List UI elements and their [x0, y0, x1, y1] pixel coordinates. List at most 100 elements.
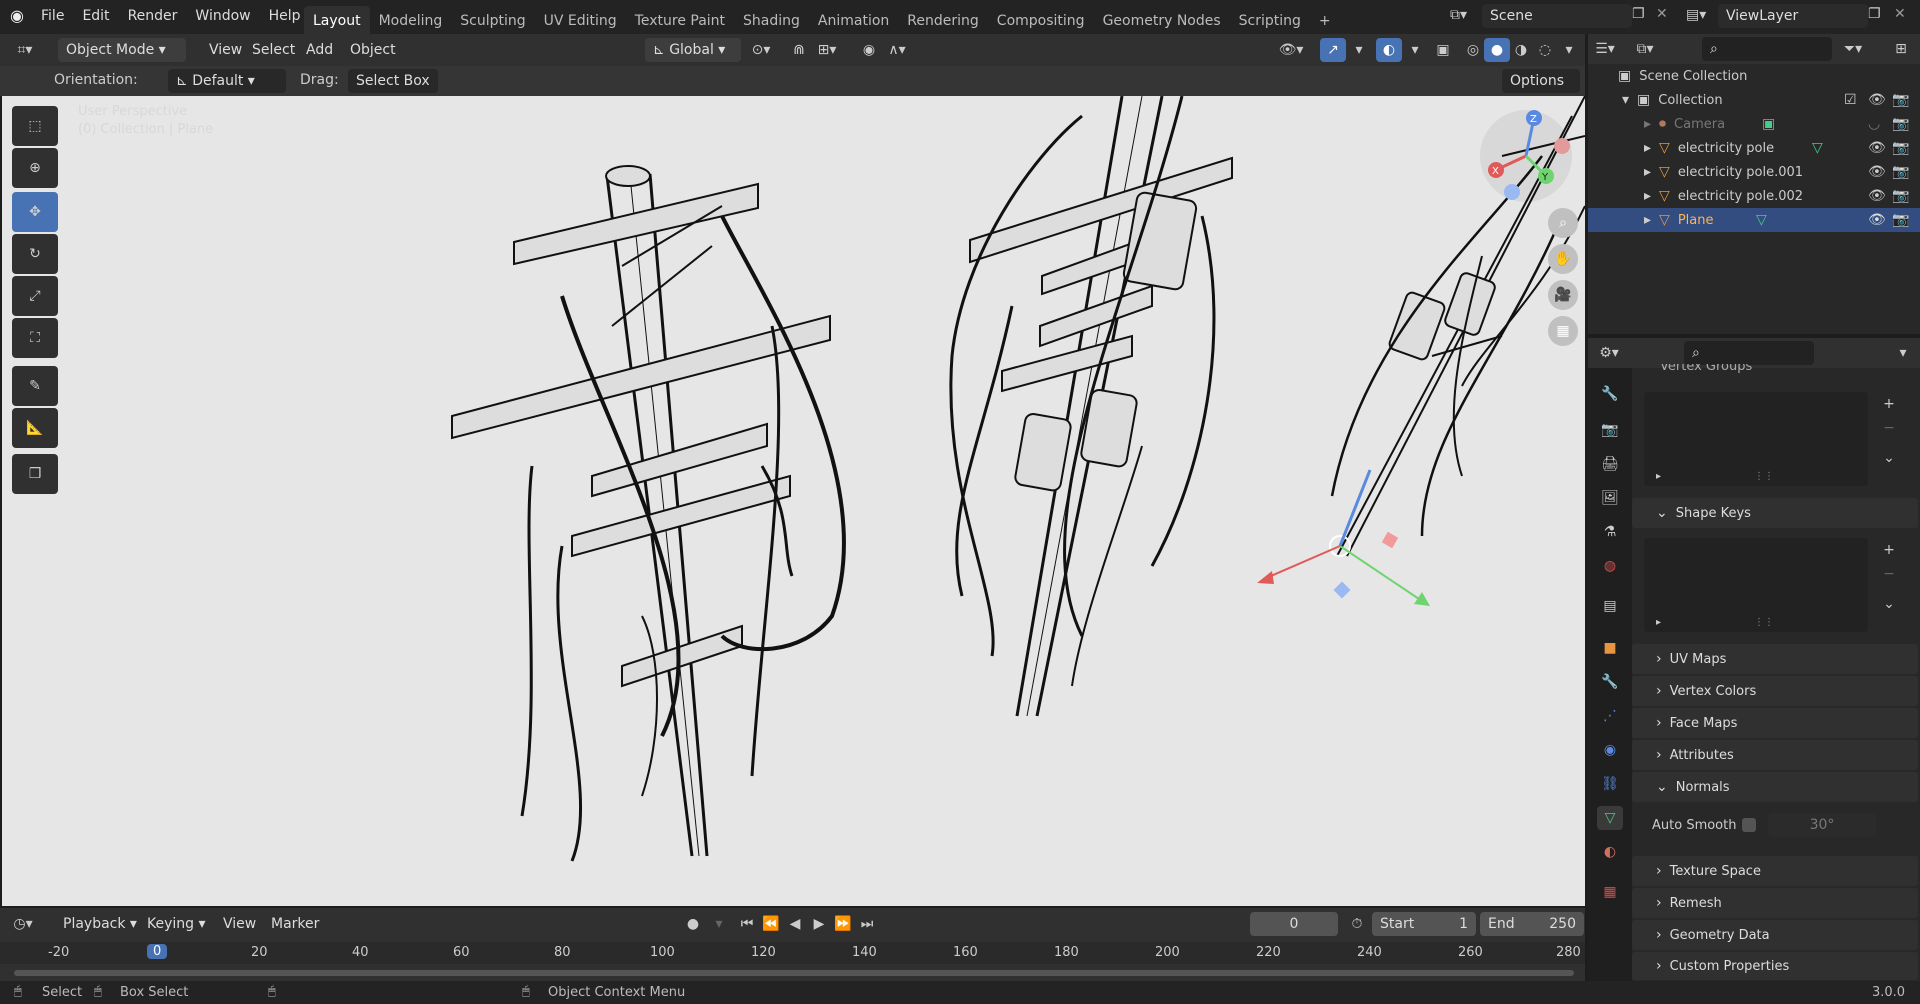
- scene-copy-icon[interactable]: ❐: [1632, 6, 1645, 22]
- outliner-editor-type-icon[interactable]: ☰▾: [1592, 37, 1618, 61]
- auto-keying-icon[interactable]: ●: [680, 912, 706, 936]
- camera-data-icon[interactable]: ▣: [1762, 116, 1775, 132]
- jump-start-icon[interactable]: ⏮: [734, 912, 760, 936]
- view-layer-selector-icon[interactable]: ▤▾: [1686, 7, 1706, 23]
- outliner-filter-icon[interactable]: ⏷▾: [1840, 37, 1866, 61]
- current-frame-field[interactable]: 0: [1250, 912, 1338, 936]
- particles-tab-icon[interactable]: ⋰: [1597, 704, 1623, 728]
- jump-end-icon[interactable]: ⏭: [854, 912, 880, 936]
- measure-tool[interactable]: 📐: [12, 408, 58, 448]
- display-mode-icon[interactable]: ⧉▾: [1632, 37, 1658, 61]
- mesh-data-icon[interactable]: ▽: [1756, 212, 1767, 228]
- snap-target-icon[interactable]: ⊞▾: [814, 38, 840, 62]
- menu-playback[interactable]: Playback ▾: [54, 912, 146, 936]
- menu-edit[interactable]: Edit: [73, 4, 118, 28]
- menu-help[interactable]: Help: [260, 4, 310, 28]
- tab-shading[interactable]: Shading: [734, 6, 809, 34]
- panel-custom-properties[interactable]: › Custom Properties: [1632, 952, 1918, 980]
- mode-selector[interactable]: Object Mode ▾: [58, 38, 186, 62]
- next-keyframe-icon[interactable]: ⏩: [830, 912, 856, 936]
- eye-icon[interactable]: 👁: [1868, 188, 1886, 204]
- stopwatch-icon[interactable]: ⏱: [1344, 912, 1370, 936]
- rotate-tool[interactable]: ↻: [12, 234, 58, 274]
- ortho-toggle-icon[interactable]: ▦: [1548, 316, 1578, 346]
- eye-icon[interactable]: 👁: [1868, 92, 1886, 108]
- expand-arrow-icon[interactable]: ▸: [1644, 188, 1651, 204]
- transform-orientation-selector[interactable]: ⊾ Global ▾: [645, 38, 741, 62]
- scale-tool[interactable]: ⤢: [12, 276, 58, 316]
- list-resize-handle[interactable]: ⋮⋮: [1754, 471, 1774, 482]
- outliner-item-camera[interactable]: ▸ ⏺ Camera ▣ ◡ 📷: [1588, 112, 1920, 136]
- tab-modeling[interactable]: Modeling: [370, 6, 452, 34]
- object-tab-icon[interactable]: ■: [1597, 636, 1623, 660]
- shape-keys-list[interactable]: ▸ ⋮⋮: [1644, 538, 1868, 632]
- material-shading-icon[interactable]: ◑: [1508, 38, 1534, 62]
- panel-uv-maps[interactable]: › UV Maps: [1632, 644, 1918, 674]
- scene-selector-icon[interactable]: ⧉▾: [1450, 7, 1467, 23]
- menu-object[interactable]: Object: [341, 38, 405, 62]
- vertex-group-menu-button[interactable]: ⌄: [1876, 446, 1902, 470]
- add-shape-key-button[interactable]: +: [1876, 538, 1902, 562]
- tab-animation[interactable]: Animation: [809, 6, 898, 34]
- navigation-gizmo[interactable]: Z X Y: [1476, 106, 1576, 206]
- menu-select[interactable]: Select: [243, 38, 304, 62]
- panel-attributes[interactable]: › Attributes: [1632, 740, 1918, 770]
- output-tab-icon[interactable]: 🖨: [1597, 452, 1623, 476]
- pan-view-icon[interactable]: ✋: [1548, 244, 1578, 274]
- camera-render-icon[interactable]: 📷: [1892, 164, 1909, 180]
- start-frame-field[interactable]: Start 1: [1372, 912, 1476, 936]
- tool-tab-icon[interactable]: 🔧: [1597, 382, 1623, 406]
- eye-icon[interactable]: 👁: [1868, 164, 1886, 180]
- select-box-tool[interactable]: ⬚: [12, 106, 58, 146]
- constraints-tab-icon[interactable]: ⛓: [1597, 772, 1623, 796]
- tab-texture-paint[interactable]: Texture Paint: [626, 6, 734, 34]
- outliner-item-electricity-pole-002[interactable]: ▸ ▽ electricity pole.002 👁 📷: [1588, 184, 1920, 208]
- eye-closed-icon[interactable]: ◡: [1868, 116, 1880, 132]
- cursor-tool[interactable]: ⊕: [12, 148, 58, 188]
- new-collection-icon[interactable]: ⊞: [1888, 37, 1914, 61]
- annotate-tool[interactable]: ✎: [12, 366, 58, 406]
- modifier-tab-icon[interactable]: 🔧: [1597, 670, 1623, 694]
- panel-remesh[interactable]: › Remesh: [1632, 888, 1918, 918]
- gizmo-toggle-icon[interactable]: ↗: [1320, 38, 1346, 62]
- camera-render-icon[interactable]: 📷: [1892, 92, 1909, 108]
- shape-key-menu-button[interactable]: ⌄: [1876, 592, 1902, 616]
- camera-render-icon[interactable]: 📷: [1892, 188, 1909, 204]
- outliner-item-electricity-pole[interactable]: ▸ ▽ electricity pole ▽ 👁 📷: [1588, 136, 1920, 160]
- overlay-dropdown-icon[interactable]: ▾: [1402, 38, 1428, 62]
- add-vertex-group-button[interactable]: +: [1876, 392, 1902, 416]
- list-resize-handle[interactable]: ⋮⋮: [1754, 617, 1774, 628]
- scene-tab-icon[interactable]: ⚗: [1597, 520, 1623, 544]
- outliner-item-plane[interactable]: ▸ ▽ Plane ▽ 👁 📷: [1588, 208, 1920, 232]
- falloff-icon[interactable]: ∧▾: [884, 38, 910, 62]
- add-cube-tool[interactable]: ❒: [12, 454, 58, 494]
- play-reverse-icon[interactable]: ◀: [782, 912, 808, 936]
- end-frame-field[interactable]: End 250: [1480, 912, 1584, 936]
- tab-scripting[interactable]: Scripting: [1230, 6, 1310, 34]
- timeline-editor-type-icon[interactable]: ◷▾: [10, 912, 36, 936]
- menu-window[interactable]: Window: [186, 4, 259, 28]
- properties-editor-type-icon[interactable]: ⚙▾: [1596, 341, 1622, 365]
- rendered-shading-icon[interactable]: ◌: [1532, 38, 1558, 62]
- drag-dropdown[interactable]: Select Box ▾: [348, 69, 438, 113]
- mesh-data-tab-icon[interactable]: ▽: [1597, 806, 1623, 830]
- tab-layout[interactable]: Layout: [304, 6, 370, 34]
- editor-type-icon[interactable]: ⌗▾: [12, 38, 38, 62]
- solid-shading-icon[interactable]: ●: [1484, 38, 1510, 62]
- options-dropdown[interactable]: Options ▾: [1502, 69, 1580, 113]
- tab-rendering[interactable]: Rendering: [898, 6, 988, 34]
- panel-vertex-colors[interactable]: › Vertex Colors: [1632, 676, 1918, 706]
- render-tab-icon[interactable]: 📷: [1597, 418, 1623, 442]
- auto-smooth-checkbox[interactable]: [1742, 818, 1756, 832]
- visibility-icon[interactable]: 👁▾: [1278, 38, 1304, 62]
- frame-ruler[interactable]: -20 0 20 40 60 80 100 120 140 160 180 20…: [0, 942, 1585, 964]
- orientation-dropdown[interactable]: ⊾ Default ▾: [168, 69, 286, 93]
- add-workspace-button[interactable]: +: [1310, 6, 1340, 34]
- camera-render-icon[interactable]: 📷: [1892, 116, 1909, 132]
- panel-shape-keys[interactable]: ⌄ Shape Keys: [1632, 498, 1918, 528]
- view-layer-close-icon[interactable]: ✕: [1894, 6, 1906, 22]
- blender-logo-icon[interactable]: ◉: [10, 6, 24, 25]
- eye-icon[interactable]: 👁: [1868, 140, 1886, 156]
- pivot-icon[interactable]: ⊙▾: [748, 38, 774, 62]
- remove-vertex-group-button[interactable]: −: [1876, 416, 1902, 440]
